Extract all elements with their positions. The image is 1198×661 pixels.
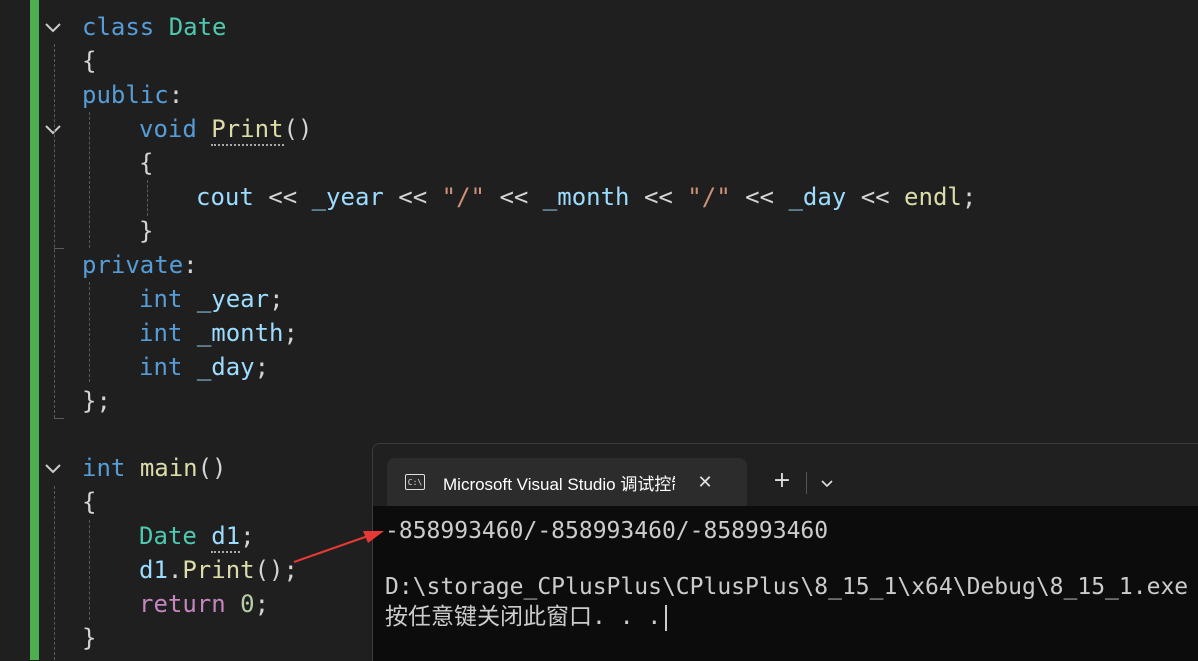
terminal-output-line: 按任意键关闭此窗口. . . [385, 602, 668, 632]
tab-title: Microsoft Visual Studio 调试控制台 [443, 474, 675, 494]
indent-guide [89, 520, 90, 620]
close-icon[interactable]: ✕ [693, 472, 717, 493]
code-line: public: [82, 81, 184, 109]
code-line: class Date [82, 13, 227, 41]
code-line: void Print() [139, 112, 312, 146]
indent-guide-end [54, 418, 64, 419]
debug-console-window[interactable]: C:\ Microsoft Visual Studio 调试控制台 ✕ + -8… [372, 443, 1198, 661]
fold-chevron-icon[interactable] [42, 16, 64, 38]
code-line: Date d1; [139, 519, 255, 553]
text-cursor [665, 604, 668, 631]
fold-chevron-icon[interactable] [42, 118, 64, 140]
terminal-output-line: -858993460/-858993460/-858993460 [385, 518, 829, 544]
indent-guide [147, 180, 148, 216]
terminal-icon: C:\ [405, 474, 425, 490]
code-line: { [139, 149, 154, 177]
fold-chevron-icon[interactable] [42, 457, 64, 479]
code-line: int main() [82, 454, 227, 482]
change-indicator-bar [30, 0, 39, 660]
indent-guide [54, 486, 55, 660]
indent-guide [54, 44, 55, 418]
code-line: int _day; [139, 353, 270, 381]
chevron-down-icon[interactable] [813, 468, 841, 496]
code-line: } [139, 217, 154, 245]
code-line: } [82, 624, 97, 652]
code-line: int _year; [139, 285, 284, 313]
terminal-tab[interactable]: C:\ Microsoft Visual Studio 调试控制台 ✕ [387, 458, 747, 506]
code-line: return 0; [139, 590, 270, 618]
code-line: int _month; [139, 319, 298, 347]
indent-guide [89, 282, 90, 382]
titlebar-divider [806, 472, 807, 494]
code-line: d1.Print(); [139, 556, 298, 584]
code-line: private: [82, 251, 198, 279]
new-tab-button[interactable]: + [768, 468, 796, 496]
code-line: cout << _year << "/" << _month << "/" <<… [196, 183, 977, 211]
code-line: { [82, 488, 97, 516]
terminal-titlebar: C:\ Microsoft Visual Studio 调试控制台 ✕ + [373, 444, 1198, 506]
code-line: { [82, 47, 97, 75]
code-line: }; [82, 387, 111, 415]
indent-guide [89, 112, 90, 248]
indent-guide-end [54, 248, 64, 249]
terminal-output-line: D:\storage_CPlusPlus\CPlusPlus\8_15_1\x6… [385, 574, 1189, 600]
